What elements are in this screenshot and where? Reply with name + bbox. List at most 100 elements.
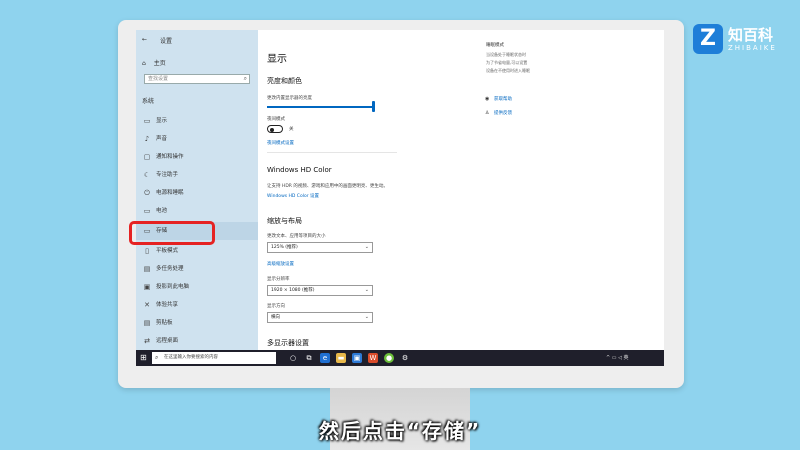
right-pane-line: 设备在不使用时进入睡眠 (486, 68, 530, 73)
brightness-slider[interactable] (267, 106, 373, 108)
notifications-icon: ▢ (143, 153, 151, 161)
sidebar-item-remote-desktop[interactable]: ⇄ 远程桌面 (136, 332, 258, 350)
multi-display-heading: 多显示器设置 (267, 339, 309, 347)
scale-dropdown[interactable]: 125% (推荐) ⌄ (267, 242, 373, 253)
feedback-icon: ♙ (485, 110, 490, 116)
search-icon: ⌕ (155, 354, 159, 361)
windows-start-icon[interactable]: ⊞ (140, 353, 147, 362)
get-help-link[interactable]: 获取帮助 (494, 96, 512, 102)
sidebar-item-shared-experiences[interactable]: ✕ 体验共享 (136, 296, 258, 314)
home-label: 主页 (153, 60, 166, 67)
sound-icon: ♪ (144, 135, 150, 143)
multitasking-icon: ▤ (143, 265, 151, 273)
scale-label: 更改文本、应用等项目的大小 (267, 234, 326, 239)
storage-highlight-box (129, 221, 215, 245)
search-placeholder: 查找设置 (148, 76, 169, 82)
power-sleep-icon: ⏻ (144, 189, 150, 197)
divider (267, 152, 397, 153)
night-light-state: 关 (289, 127, 294, 132)
orientation-label: 显示方向 (267, 304, 285, 309)
help-icon: ◉ (485, 96, 490, 102)
right-pane-title: 睡眠模式 (486, 43, 504, 48)
display-settings-pane: 显示 亮度和颜色 更改内置显示器的亮度 夜间模式 关 夜间模式设置 Window… (267, 30, 529, 350)
page-title: 显示 (267, 54, 287, 65)
hd-color-heading: Windows HD Color (267, 166, 332, 174)
sidebar-item-focus-assist[interactable]: ☾ 专注助手 (136, 166, 258, 184)
brightness-slider-thumb[interactable] (372, 101, 375, 112)
system-tray[interactable]: ^ ▭ ◁ 英 (606, 354, 629, 361)
feedback-link[interactable]: 提供反馈 (494, 110, 512, 116)
resolution-dropdown[interactable]: 1920 × 1080 (推荐) ⌄ (267, 285, 373, 296)
window-title: 设置 (160, 38, 173, 45)
sidebar-item-label: 声音 (156, 136, 168, 142)
settings-search-input[interactable]: 查找设置 ⌕ (144, 74, 250, 84)
settings-sidebar: ← 设置 ⌂ 主页 查找设置 ⌕ 系统 ▭ 显示 ♪ 声音 ▢ 通知和操作 ☾ 专注助手 ⏻ 电源… (136, 30, 258, 350)
night-light-toggle[interactable] (267, 125, 283, 133)
sidebar-item-label: 远程桌面 (156, 338, 179, 344)
sidebar-item-display[interactable]: ▭ 显示 (136, 112, 258, 130)
right-pane-line: 为了节省电量,可以设置 (486, 60, 528, 65)
orientation-dropdown[interactable]: 横向 ⌄ (267, 312, 373, 323)
sidebar-item-projecting[interactable]: ▣ 投影到此电脑 (136, 278, 258, 296)
scale-value: 125% (推荐) (271, 245, 298, 250)
sidebar-item-label: 显示 (156, 118, 168, 124)
night-light-label: 夜间模式 (267, 117, 285, 122)
scale-layout-heading: 缩放与布局 (267, 217, 302, 225)
orientation-value: 横向 (271, 315, 280, 320)
clipboard-icon: ▤ (143, 319, 151, 327)
sidebar-item-label: 专注助手 (156, 172, 179, 178)
logo-name: 知百科 (728, 26, 774, 44)
resolution-value: 1920 × 1080 (推荐) (271, 288, 315, 293)
zhibaike-logo: Z (693, 24, 723, 54)
search-icon: ⌕ (243, 75, 247, 82)
sidebar-item-sound[interactable]: ♪ 声音 (136, 130, 258, 148)
sidebar-item-label: 体验共享 (156, 302, 179, 308)
resolution-label: 显示分辨率 (267, 277, 290, 282)
sidebar-item-clipboard[interactable]: ▤ 剪贴板 (136, 314, 258, 332)
store-icon[interactable]: ▣ (352, 353, 362, 363)
video-caption: 然后点击“存储” (318, 419, 482, 443)
taskbar-search-text: 在这里输入你要搜索的内容 (164, 355, 218, 360)
settings-gear-icon[interactable]: ⚙ (400, 353, 410, 363)
sidebar-item-notifications[interactable]: ▢ 通知和操作 (136, 148, 258, 166)
sidebar-item-label: 电源和睡眠 (156, 190, 184, 196)
sidebar-item-label: 电池 (156, 208, 168, 214)
app-icon[interactable]: ● (384, 353, 394, 363)
logo-subtitle: ZHIBAIKE (728, 44, 777, 52)
back-icon[interactable]: ← (142, 36, 147, 43)
taskbar-search-box[interactable]: ⌕ 在这里输入你要搜索的内容 (152, 352, 276, 364)
sidebar-section-title: 系统 (142, 98, 155, 105)
edge-icon[interactable]: e (320, 353, 330, 363)
brightness-heading: 亮度和颜色 (267, 77, 302, 85)
display-icon: ▭ (143, 117, 151, 125)
file-explorer-icon[interactable]: ▬ (336, 353, 346, 363)
chevron-down-icon: ⌄ (364, 314, 369, 320)
sidebar-item-multitasking[interactable]: ▤ 多任务处理 (136, 260, 258, 278)
home-icon: ⌂ (142, 60, 146, 67)
focus-assist-icon: ☾ (143, 171, 151, 179)
sidebar-item-power-sleep[interactable]: ⏻ 电源和睡眠 (136, 184, 258, 202)
chevron-down-icon: ⌄ (364, 287, 369, 293)
sidebar-home[interactable]: ⌂ 主页 (142, 58, 166, 67)
shared-experiences-icon: ✕ (144, 301, 150, 309)
task-view-icon[interactable]: ⧉ (304, 353, 314, 363)
wps-icon[interactable]: W (368, 353, 378, 363)
brightness-label: 更改内置显示器的亮度 (267, 96, 312, 101)
taskbar: ⊞ ⌕ 在这里输入你要搜索的内容 ○ ⧉ e ▬ ▣ W ● ⚙ ^ ▭ ◁ 英 (136, 350, 664, 366)
screen: ← 设置 ⌂ 主页 查找设置 ⌕ 系统 ▭ 显示 ♪ 声音 ▢ 通知和操作 ☾ 专注助手 ⏻ 电源… (136, 30, 664, 366)
hd-color-description: 让支持 HDR 的视频、游戏和应用中的画面更明亮、更生动。 (267, 184, 388, 189)
battery-icon: ▭ (143, 207, 151, 215)
night-light-settings-link[interactable]: 夜间模式设置 (267, 140, 294, 146)
sidebar-item-label: 通知和操作 (156, 154, 184, 160)
sidebar-item-label: 多任务处理 (156, 266, 184, 272)
chevron-down-icon: ⌄ (364, 244, 369, 250)
right-pane-line: 当设备处于睡眠状态时 (486, 52, 526, 57)
sidebar-item-label: 投影到此电脑 (156, 284, 190, 290)
advanced-scaling-link[interactable]: 高级缩放设置 (267, 261, 294, 267)
remote-desktop-icon: ⇄ (144, 337, 150, 345)
hd-color-settings-link[interactable]: Windows HD Color 设置 (267, 193, 319, 199)
sidebar-item-battery[interactable]: ▭ 电池 (136, 202, 258, 220)
cortana-icon[interactable]: ○ (288, 353, 298, 363)
sidebar-item-label: 剪贴板 (156, 320, 173, 326)
projecting-icon: ▣ (143, 283, 151, 291)
